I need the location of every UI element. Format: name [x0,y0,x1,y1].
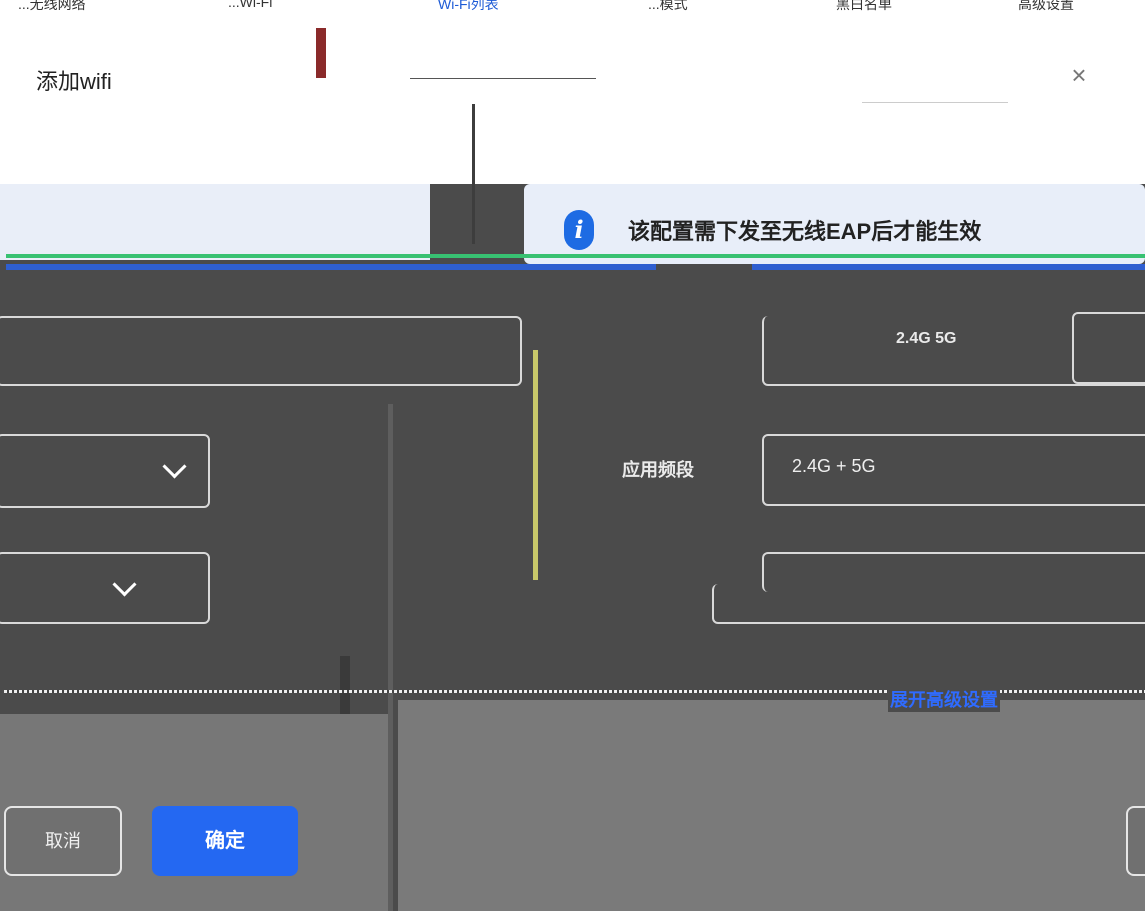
divider [388,404,393,911]
expand-advanced-link[interactable]: 展开高级设置 [888,686,1000,712]
info-icon: i [564,210,594,250]
left-panel [0,184,430,260]
frequency-field[interactable] [762,316,1145,386]
background-nav: ...无线网络 ...Wi-Fi Wi-Fi列表 ...模式 黑白名单 高级设置 [0,0,1145,14]
ssid-field[interactable] [0,316,522,386]
security-select[interactable] [0,434,210,508]
info-banner: i 该配置需下发至无线EAP后才能生效 [524,184,1145,264]
divider [533,350,538,580]
chevron-down-icon [112,572,137,597]
bg-nav-item[interactable]: ...模式 [648,0,688,14]
bg-nav-item[interactable]: 高级设置 [1018,0,1074,14]
vlan-select[interactable] [0,552,210,624]
divider [6,254,1145,258]
ok-button[interactable]: 确定 [152,806,298,876]
divider [6,264,656,270]
cancel-button[interactable]: 取消 [4,806,122,876]
bg-nav-item-active[interactable]: Wi-Fi列表 [438,0,499,14]
close-icon[interactable]: × [1064,60,1094,90]
modal-title: 添加wifi [36,69,112,94]
footer-area [398,700,1145,911]
header-divider [862,102,1008,103]
header-divider [410,78,596,79]
band-select[interactable]: 2.4G + 5G [762,434,1145,506]
bg-nav-item[interactable]: ...无线网络 [18,0,86,14]
divider [752,264,1145,270]
modal-header: 添加wifi × [0,14,1145,184]
footer-button-edge[interactable] [1126,806,1145,876]
chevron-down-icon [162,454,187,479]
info-banner-text: 该配置需下发至无线EAP后才能生效 [628,219,982,244]
band-value: 2.4G + 5G [792,456,876,476]
channel-field-lower[interactable] [712,584,1145,624]
header-mark [316,28,326,78]
band-label: 应用频段 [622,460,694,480]
bg-nav-item[interactable]: ...Wi-Fi [228,0,272,10]
divider [472,104,475,244]
bg-nav-item[interactable]: 黑白名单 [836,0,892,14]
